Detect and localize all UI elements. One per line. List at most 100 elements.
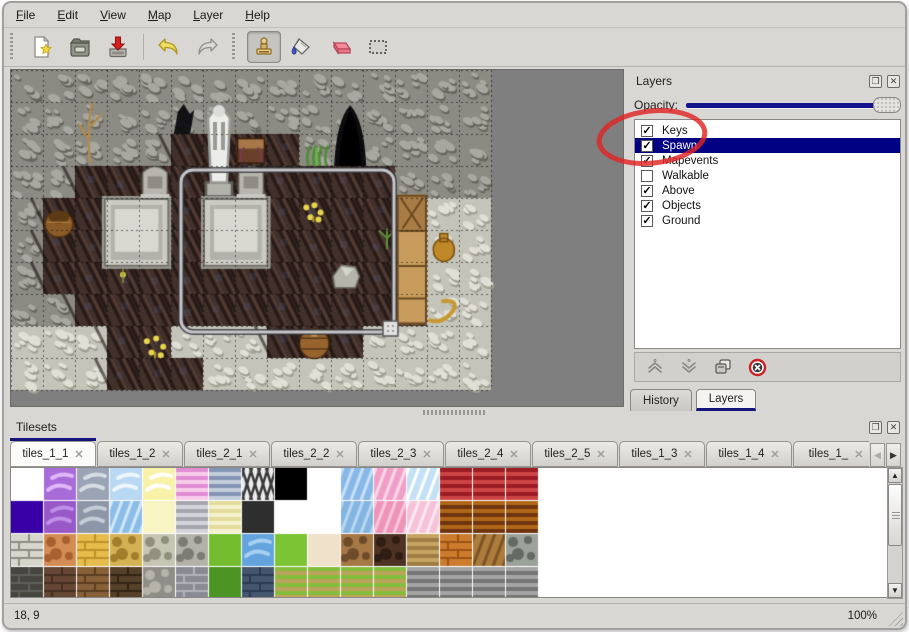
- save-file-icon: [106, 35, 130, 59]
- layer-name: Above: [662, 185, 695, 197]
- tileset-tab-tiles_1_1[interactable]: tiles_1_1✕: [10, 441, 96, 467]
- menu-help[interactable]: Help: [245, 8, 270, 22]
- tileset-content: ▲ ▼: [10, 467, 888, 598]
- float-icon[interactable]: ❐: [869, 421, 882, 434]
- opacity-slider-handle[interactable]: [873, 97, 901, 113]
- tileset-tab-tiles_1_2[interactable]: tiles_1_2✕: [97, 441, 183, 467]
- tab-scroll-left-button[interactable]: ◀: [870, 443, 885, 467]
- fill-tool-button[interactable]: [285, 31, 319, 63]
- scrollbar-thumb[interactable]: [888, 484, 902, 546]
- fill-tool-icon: [289, 35, 315, 59]
- tileset-tab-tiles_2_5[interactable]: tiles_2_5✕: [532, 441, 618, 467]
- cursor-coordinates: 18, 9: [4, 610, 848, 622]
- splitter-grip: [423, 410, 487, 415]
- menu-edit[interactable]: Edit: [57, 8, 78, 22]
- layers-panel-header: Layers ❐ ✕: [630, 71, 905, 91]
- tileset-vertical-scrollbar[interactable]: ▲ ▼: [887, 467, 903, 599]
- layer-row-walkable[interactable]: Walkable: [635, 168, 900, 183]
- layer-row-ground[interactable]: ✓ Ground: [635, 213, 900, 228]
- eraser-tool-button[interactable]: [323, 31, 357, 63]
- statusbar: 18, 9 100%: [4, 603, 905, 628]
- layer-row-mapevents[interactable]: ✓ Mapevents: [635, 153, 900, 168]
- rect-select-tool-button[interactable]: [361, 31, 395, 63]
- tab-close-icon[interactable]: ✕: [161, 448, 170, 461]
- scroll-up-arrow[interactable]: ▲: [888, 468, 902, 483]
- menu-file[interactable]: File: [16, 8, 35, 22]
- layer-checkbox[interactable]: ✓: [641, 215, 653, 227]
- move-layer-down-button[interactable]: [679, 357, 699, 377]
- tileset-tab-tiles_1_4[interactable]: tiles_1_4✕: [706, 441, 792, 467]
- layer-checkbox[interactable]: ✓: [641, 140, 653, 152]
- undo-button[interactable]: [152, 31, 186, 63]
- open-file-button[interactable]: [63, 31, 97, 63]
- stamp-tool-icon: [252, 35, 276, 59]
- duplicate-layer-icon: [714, 358, 732, 376]
- tab-close-icon[interactable]: ✕: [770, 448, 779, 461]
- tab-close-icon[interactable]: ✕: [683, 448, 692, 461]
- float-icon[interactable]: ❐: [869, 75, 882, 88]
- layer-name: Mapevents: [662, 155, 718, 167]
- tab-close-icon[interactable]: ✕: [854, 448, 863, 461]
- new-file-button[interactable]: [25, 31, 59, 63]
- tileset-tab-label: tiles_2_1: [196, 448, 242, 460]
- layer-checkbox[interactable]: ✓: [641, 155, 653, 167]
- layer-checkbox[interactable]: [641, 170, 653, 182]
- tab-close-icon[interactable]: ✕: [596, 448, 605, 461]
- toolbar-grip[interactable]: [232, 33, 239, 61]
- menu-map[interactable]: Map: [148, 8, 171, 22]
- tab-close-icon[interactable]: ✕: [74, 448, 83, 461]
- tileset-canvas[interactable]: [11, 468, 541, 597]
- opacity-slider[interactable]: [686, 103, 877, 108]
- tileset-tab-label: tiles_2_4: [457, 448, 503, 460]
- menu-layer[interactable]: Layer: [193, 8, 223, 22]
- layer-checkbox[interactable]: ✓: [641, 125, 653, 137]
- tileset-tab-tiles_2_4[interactable]: tiles_2_4 ✕: [445, 441, 531, 467]
- menu-view[interactable]: View: [100, 8, 126, 22]
- map-canvas[interactable]: [11, 70, 623, 406]
- delete-layer-button[interactable]: [747, 357, 767, 377]
- layer-buttons: [634, 352, 901, 382]
- tileset-tab-tiles_2_3[interactable]: tiles_2_3 ✕: [358, 441, 444, 467]
- redo-button[interactable]: [190, 31, 224, 63]
- tileset-tab-tiles_1_3[interactable]: tiles_1_3✕: [619, 441, 705, 467]
- tileset-tabs: tiles_1_1✕tiles_1_2✕tiles_2_1✕tiles_2_2✕…: [10, 441, 869, 467]
- layer-name: Ground: [662, 215, 700, 227]
- tab-close-icon[interactable]: ✕: [248, 448, 257, 461]
- layer-row-keys[interactable]: ✓ Keys: [635, 123, 900, 138]
- layer-checkbox[interactable]: ✓: [641, 200, 653, 212]
- move-layer-up-button[interactable]: [645, 357, 665, 377]
- stamp-tool-button[interactable]: [247, 31, 281, 63]
- layer-row-spawn[interactable]: ✓ Spawn: [635, 138, 900, 153]
- tileset-tab-tiles_2_2[interactable]: tiles_2_2✕: [271, 441, 357, 467]
- close-icon[interactable]: ✕: [887, 421, 900, 434]
- layers-panel-title: Layers: [630, 74, 869, 88]
- layer-row-above[interactable]: ✓ Above: [635, 183, 900, 198]
- tab-close-icon[interactable]: ✕: [509, 448, 518, 461]
- layer-checkbox[interactable]: ✓: [641, 185, 653, 197]
- layer-row-objects[interactable]: ✓ Objects: [635, 198, 900, 213]
- tab-scroll-right-button[interactable]: ▶: [886, 443, 901, 467]
- tilesets-panel: Tilesets ❐ ✕ tiles_1_1✕tiles_1_2✕tiles_2…: [8, 417, 905, 603]
- menubar: File Edit View Map Layer Help: [4, 3, 905, 27]
- tab-close-icon[interactable]: ✕: [422, 448, 431, 461]
- horizontal-splitter[interactable]: [4, 407, 905, 417]
- tileset-tab-label: tiles_2_3: [370, 448, 416, 460]
- scroll-down-arrow[interactable]: ▼: [888, 583, 902, 598]
- duplicate-layer-button[interactable]: [713, 357, 733, 377]
- toolbar: [4, 27, 905, 67]
- layer-name: Keys: [662, 125, 688, 137]
- layer-list: ✓Keys✓Spawn✓MapeventsWalkable✓Above✓Obje…: [634, 119, 901, 349]
- save-file-button[interactable]: [101, 31, 135, 63]
- layer-name: Objects: [662, 200, 701, 212]
- toolbar-grip[interactable]: [10, 33, 17, 61]
- tileset-tab-tiles_2_1[interactable]: tiles_2_1 ✕: [184, 441, 270, 467]
- tilesets-panel-title: Tilesets: [8, 420, 869, 434]
- tilesets-panel-header: Tilesets ❐ ✕: [8, 417, 905, 437]
- tab-close-icon[interactable]: ✕: [335, 448, 344, 461]
- tileset-tab-tiles_1_[interactable]: tiles_1_✕: [793, 441, 869, 467]
- close-icon[interactable]: ✕: [887, 75, 900, 88]
- open-file-icon: [68, 35, 92, 59]
- eraser-tool-icon: [326, 35, 354, 59]
- layer-name: Spawn: [662, 140, 697, 152]
- move-layer-down-icon: [680, 358, 698, 376]
